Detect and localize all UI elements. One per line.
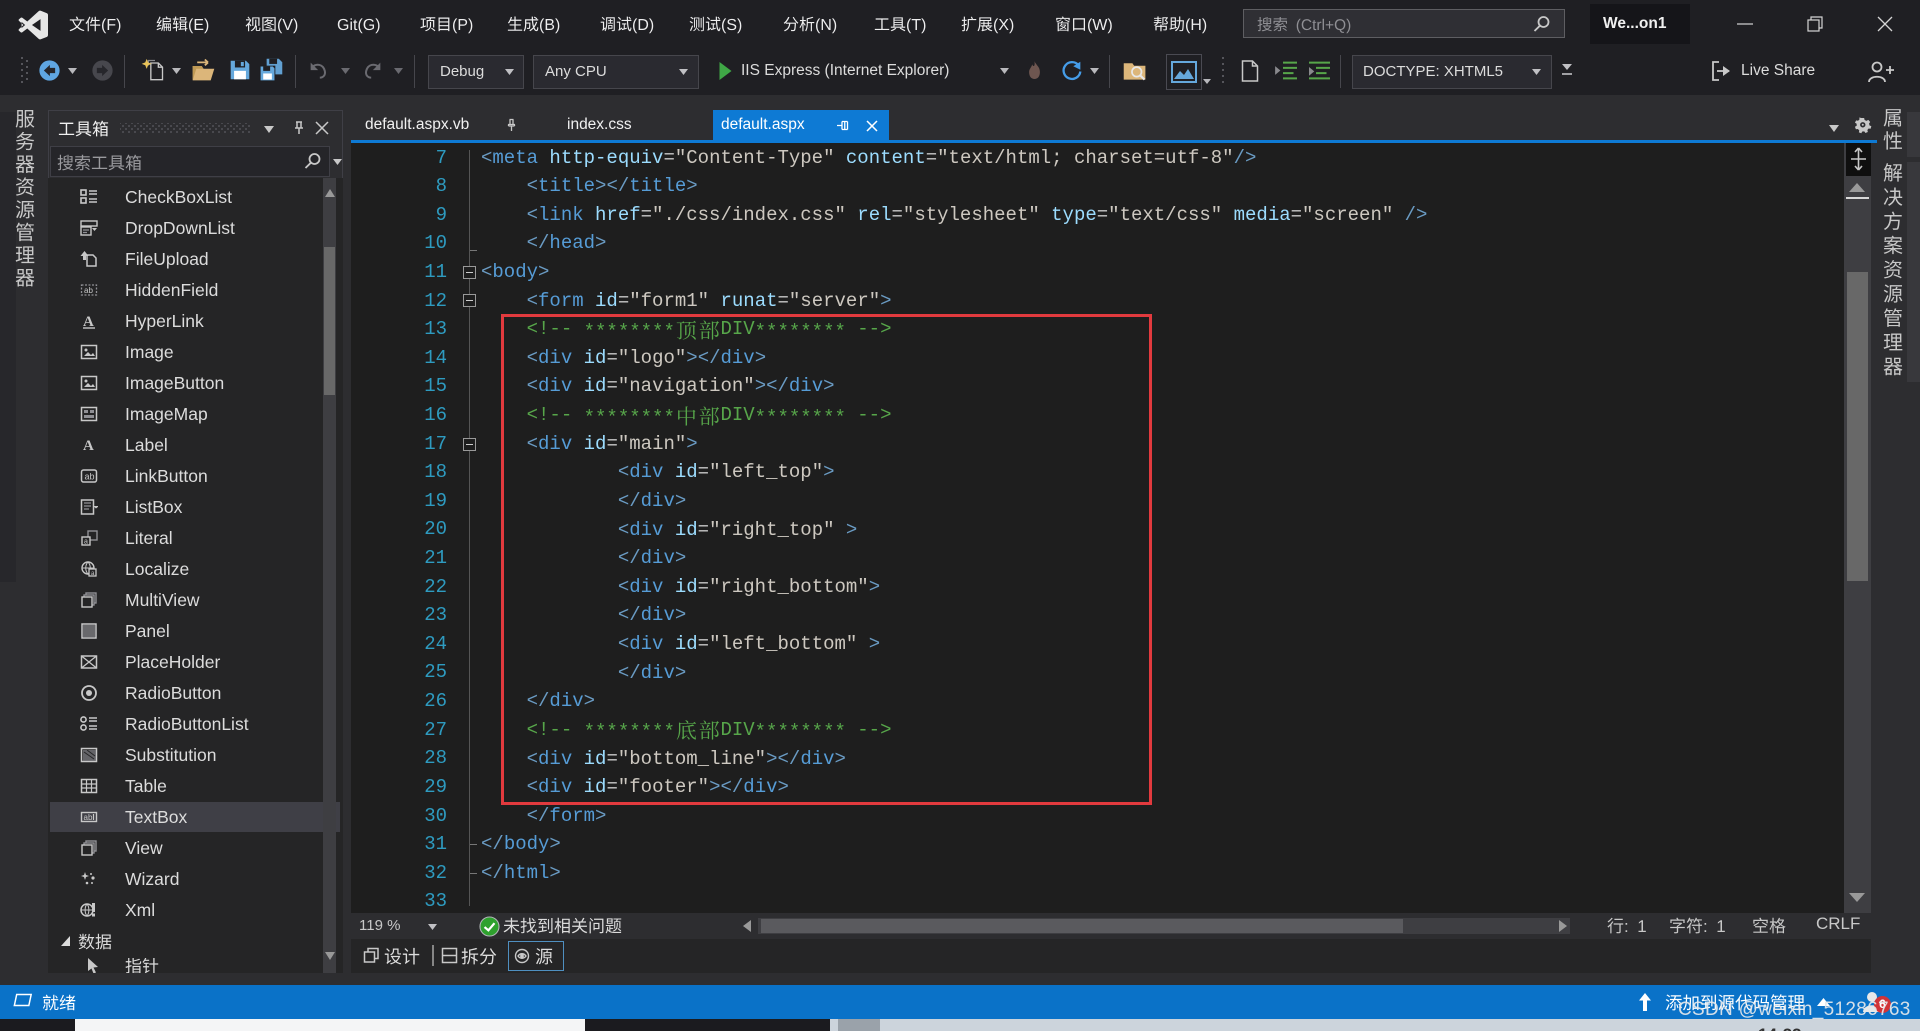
svg-text:ab: ab xyxy=(84,286,93,295)
svg-text:a: a xyxy=(84,539,88,546)
svg-text:ab: ab xyxy=(85,472,95,482)
svg-text:ab: ab xyxy=(84,813,93,822)
svg-text:A: A xyxy=(83,438,94,454)
